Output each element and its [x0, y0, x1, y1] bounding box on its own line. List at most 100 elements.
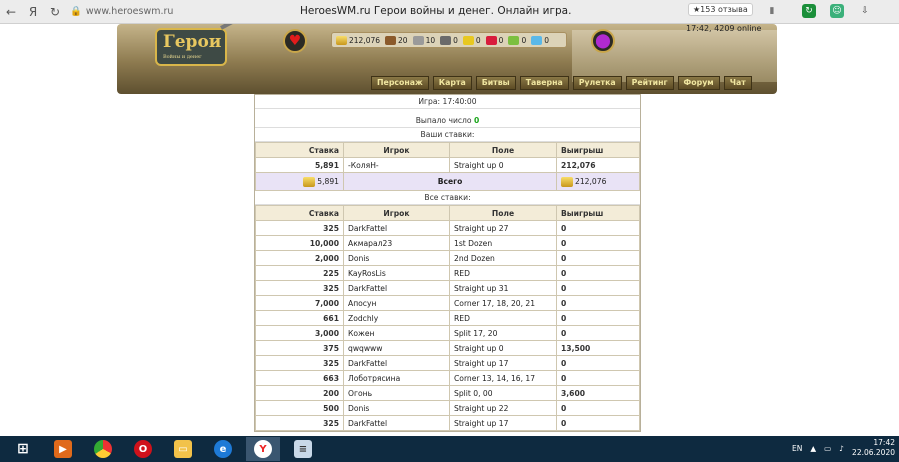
explorer-icon[interactable]: ▭ — [166, 437, 200, 461]
potion-icon[interactable]: ⬤ — [591, 29, 615, 53]
nav-forum[interactable]: Форум — [677, 76, 720, 90]
gold-icon — [336, 35, 347, 45]
nav-roulette[interactable]: Рулетка — [572, 76, 622, 90]
bet-cell: 663 — [255, 370, 344, 386]
nav-chat[interactable]: Чат — [723, 76, 752, 90]
bet-cell: 325 — [255, 280, 344, 296]
table-row: 225 KayRosLis RED 0 — [255, 265, 640, 281]
table-header: Ставка Игрок Поле Выигрыш — [255, 205, 640, 221]
total-row: 5,891 Всего 212,076 — [255, 172, 640, 191]
win-cell: 0 — [556, 265, 640, 281]
player-link[interactable]: DarkFattel — [343, 355, 450, 371]
bet-cell: 2,000 — [255, 250, 344, 266]
field-cell: Corner 13, 14, 16, 17 — [449, 370, 557, 386]
bet-cell: 661 — [255, 310, 344, 326]
your-bets-table: Ставка Игрок Поле Выигрыш 5,891 -КоляН- … — [255, 142, 640, 191]
win-cell: 3,600 — [556, 385, 640, 401]
total-win-cell: 212,076 — [556, 172, 640, 191]
player-link[interactable]: DarkFattel — [343, 415, 450, 431]
player-link[interactable]: DarkFattel — [343, 220, 450, 236]
win-cell: 0 — [556, 220, 640, 236]
taskbar: ⊞ ▶ O ▭ e Y ≡ EN ▲ ▭ ♪ 17:42 22.06.2020 — [0, 436, 899, 462]
col-field: Поле — [449, 142, 557, 158]
win-cell: 0 — [556, 310, 640, 326]
chrome-icon[interactable] — [86, 437, 120, 461]
bet-cell: 375 — [255, 340, 344, 356]
gold-icon — [303, 176, 316, 187]
crystal-icon — [485, 35, 497, 45]
win-cell: 0 — [556, 295, 640, 311]
your-bets-title: Ваши ставки: — [255, 128, 640, 142]
nav-rating[interactable]: Рейтинг — [625, 76, 674, 90]
reviews-badge[interactable]: ★153 отзыва — [688, 3, 753, 16]
yandex-browser-icon[interactable]: Y — [246, 437, 280, 461]
col-bet: Ставка — [255, 142, 344, 158]
extension-icon[interactable]: ☺ — [830, 4, 844, 18]
roulette-panel: Игра: 17:40:00 Выпало число 0 Ваши ставк… — [254, 94, 641, 432]
total-label: Всего — [343, 172, 557, 191]
field-cell: 1st Dozen — [449, 235, 557, 251]
col-field: Поле — [449, 205, 557, 221]
bet-cell: 325 — [255, 355, 344, 371]
player-link[interactable]: KayRosLis — [343, 265, 450, 281]
opera-icon[interactable]: O — [126, 437, 160, 461]
field-cell: Straight up 0 — [449, 340, 557, 356]
address-bar[interactable]: 🔒 www.heroeswm.ru — [70, 6, 173, 17]
total-bet-cell: 5,891 — [255, 172, 344, 191]
col-player: Игрок — [343, 142, 450, 158]
player-link[interactable]: Акмарал23 — [343, 235, 450, 251]
win-cell: 0 — [556, 400, 640, 416]
table-row: 663 Лоботрясина Corner 13, 14, 16, 17 0 — [255, 370, 640, 386]
media-player-icon[interactable]: ▶ — [46, 437, 80, 461]
table-row: 2,000 Donis 2nd Dozen 0 — [255, 250, 640, 266]
start-button[interactable]: ⊞ — [6, 437, 40, 461]
player-link[interactable]: Апосун — [343, 295, 450, 311]
network-icon[interactable]: ▭ — [824, 444, 831, 453]
chevron-up-icon[interactable]: ▲ — [810, 444, 816, 453]
diamond-icon — [531, 35, 543, 45]
server-clock: 17:42, 4209 online — [686, 24, 762, 33]
field-cell: 2nd Dozen — [449, 250, 557, 266]
player-link[interactable]: qwqwww — [343, 340, 450, 356]
volume-icon[interactable]: ♪ — [839, 444, 844, 453]
heart-icon[interactable]: ♥ — [283, 29, 307, 53]
col-player: Игрок — [343, 205, 450, 221]
bookmark-icon[interactable]: ▮ — [765, 4, 779, 18]
game-time: Игра: 17:40:00 — [255, 95, 640, 109]
back-icon[interactable]: ← — [0, 1, 22, 23]
result-line: Выпало число 0 — [255, 109, 640, 128]
player-link[interactable]: Кожен — [343, 325, 450, 341]
field-cell: Corner 17, 18, 20, 21 — [449, 295, 557, 311]
table-row: 10,000 Акмарал23 1st Dozen 0 — [255, 235, 640, 251]
player-link[interactable]: DarkFattel — [343, 280, 450, 296]
extension-icon[interactable]: ↻ — [802, 4, 816, 18]
table-header: Ставка Игрок Поле Выигрыш — [255, 142, 640, 158]
yandex-icon[interactable]: Я — [22, 1, 44, 23]
win-cell: 212,076 — [556, 157, 640, 173]
win-cell: 0 — [556, 370, 640, 386]
notepad-icon[interactable]: ≡ — [286, 437, 320, 461]
table-row: 500 Donis Straight up 22 0 — [255, 400, 640, 416]
tray-clock[interactable]: 17:42 22.06.2020 — [852, 438, 895, 458]
player-link[interactable]: Лоботрясина — [343, 370, 450, 386]
bet-cell: 500 — [255, 400, 344, 416]
player-link[interactable]: Donis — [343, 400, 450, 416]
player-link[interactable]: Огонь — [343, 385, 450, 401]
player-link[interactable]: Zodchly — [343, 310, 450, 326]
browser-toolbar: ← Я ↻ 🔒 www.heroeswm.ru HeroesWM.ru Геро… — [0, 0, 899, 24]
nav-character[interactable]: Персонаж — [371, 76, 429, 90]
reload-icon[interactable]: ↻ — [44, 1, 66, 23]
logo[interactable]: Герои Войны и денег — [155, 28, 227, 66]
table-row: 325 DarkFattel Straight up 31 0 — [255, 280, 640, 296]
nav-map[interactable]: Карта — [432, 76, 472, 90]
player-link[interactable]: Donis — [343, 250, 450, 266]
field-cell: Straight up 17 — [449, 415, 557, 431]
col-bet: Ставка — [255, 205, 344, 221]
lang-indicator[interactable]: EN — [792, 444, 802, 453]
download-icon[interactable]: ⇩ — [858, 4, 872, 18]
ie-icon[interactable]: e — [206, 437, 240, 461]
player-link[interactable]: -КоляН- — [343, 157, 450, 173]
col-win: Выигрыш — [556, 205, 640, 221]
nav-battles[interactable]: Битвы — [475, 76, 516, 90]
nav-tavern[interactable]: Таверна — [519, 76, 569, 90]
